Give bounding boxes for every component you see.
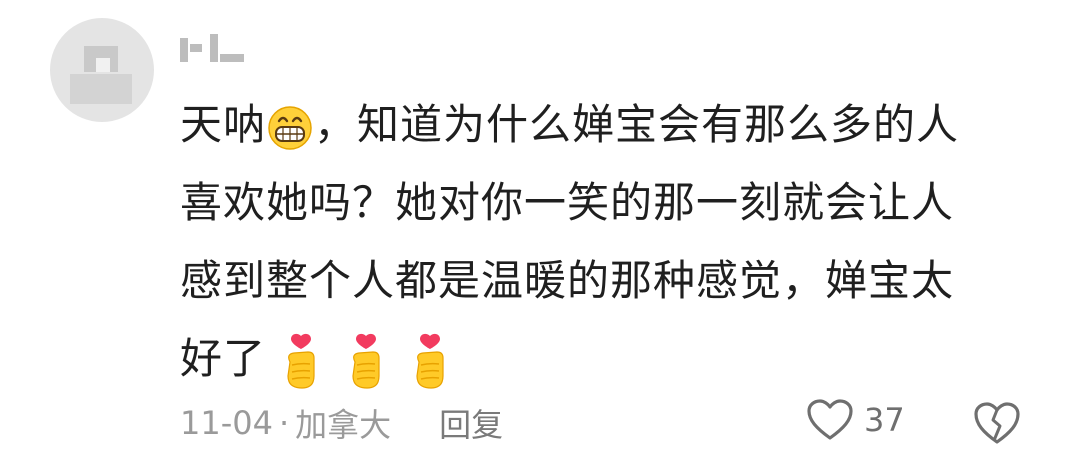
comment-line-1a: 天呐	[180, 100, 267, 149]
comment-line-1: 天呐 ，知道为什么婵宝会有那么多的人	[180, 86, 1040, 164]
broken-heart-icon	[974, 402, 1020, 444]
comment-location: 加拿大	[295, 406, 392, 444]
comment-line-4: 好了	[180, 320, 1040, 398]
finger-heart-emoji	[416, 333, 444, 389]
reply-button[interactable]: 回复	[439, 400, 503, 446]
like-count: 37	[864, 401, 905, 439]
comment-line-4-text: 好了	[180, 334, 267, 383]
heart-outline-icon	[807, 399, 853, 440]
grinning-face-emoji	[268, 105, 312, 150]
comment-text: 天呐 ，知道为什么婵宝会有那么多的人 喜欢她吗？她对你一笑的那一刻就会让人 感到…	[180, 86, 1040, 398]
comment-line-3: 感到整个人都是温暖的那种感觉，婵宝太	[180, 256, 955, 305]
finger-heart-emoji	[352, 333, 380, 389]
comment-avatar[interactable]	[50, 18, 154, 122]
comment-date: 11-04	[180, 404, 273, 442]
dislike-button[interactable]	[972, 400, 1022, 450]
finger-heart-emoji	[287, 333, 315, 389]
comment-meta: 11-04 · 加拿大 回复	[180, 396, 503, 450]
comment-author-name[interactable]	[180, 30, 260, 70]
like-button[interactable]: 37	[806, 398, 905, 442]
comment-line-1b: ，知道为什么婵宝会有那么多的人	[314, 100, 960, 149]
comment-line-2: 喜欢她吗？她对你一笑的那一刻就会让人	[180, 178, 955, 227]
meta-separator: ·	[278, 404, 290, 442]
